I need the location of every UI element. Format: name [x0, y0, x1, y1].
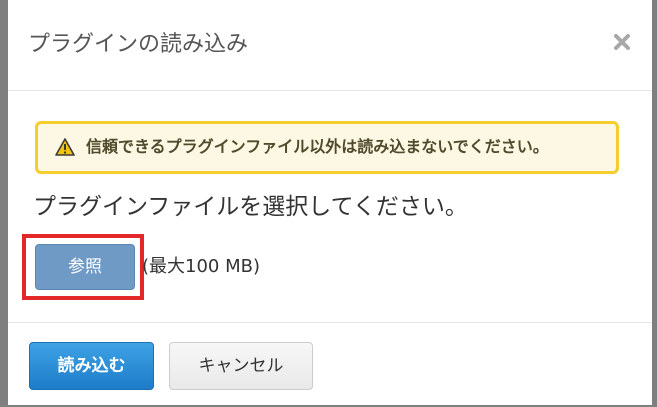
cancel-button[interactable]: キャンセル	[169, 342, 313, 390]
warning-icon	[55, 138, 75, 156]
close-icon	[614, 34, 630, 50]
file-size-note: (最大100 MB)	[142, 256, 261, 277]
backdrop-left	[0, 0, 8, 407]
instruction-text: プラグインファイルを選択してください。	[33, 194, 468, 220]
dialog-title: プラグインの読み込み	[28, 32, 249, 57]
plugin-import-dialog: プラグインの読み込み 信頼できるプラグインファイル以外は読み込まないでください。…	[8, 0, 652, 405]
dialog-header: プラグインの読み込み	[8, 0, 652, 91]
dialog-footer: 読み込む キャンセル	[8, 322, 652, 406]
import-button[interactable]: 読み込む	[29, 342, 154, 390]
page: プラグインの読み込み 信頼できるプラグインファイル以外は読み込まないでください。…	[0, 0, 657, 407]
browse-button[interactable]: 参照	[35, 244, 135, 290]
backdrop-right	[652, 0, 657, 407]
dialog-body: 信頼できるプラグインファイル以外は読み込まないでください。 プラグインファイルを…	[8, 91, 652, 322]
warning-text: 信頼できるプラグインファイル以外は読み込まないでください。	[86, 137, 549, 156]
warning-alert: 信頼できるプラグインファイル以外は読み込まないでください。	[35, 121, 619, 174]
close-button[interactable]	[611, 30, 633, 54]
